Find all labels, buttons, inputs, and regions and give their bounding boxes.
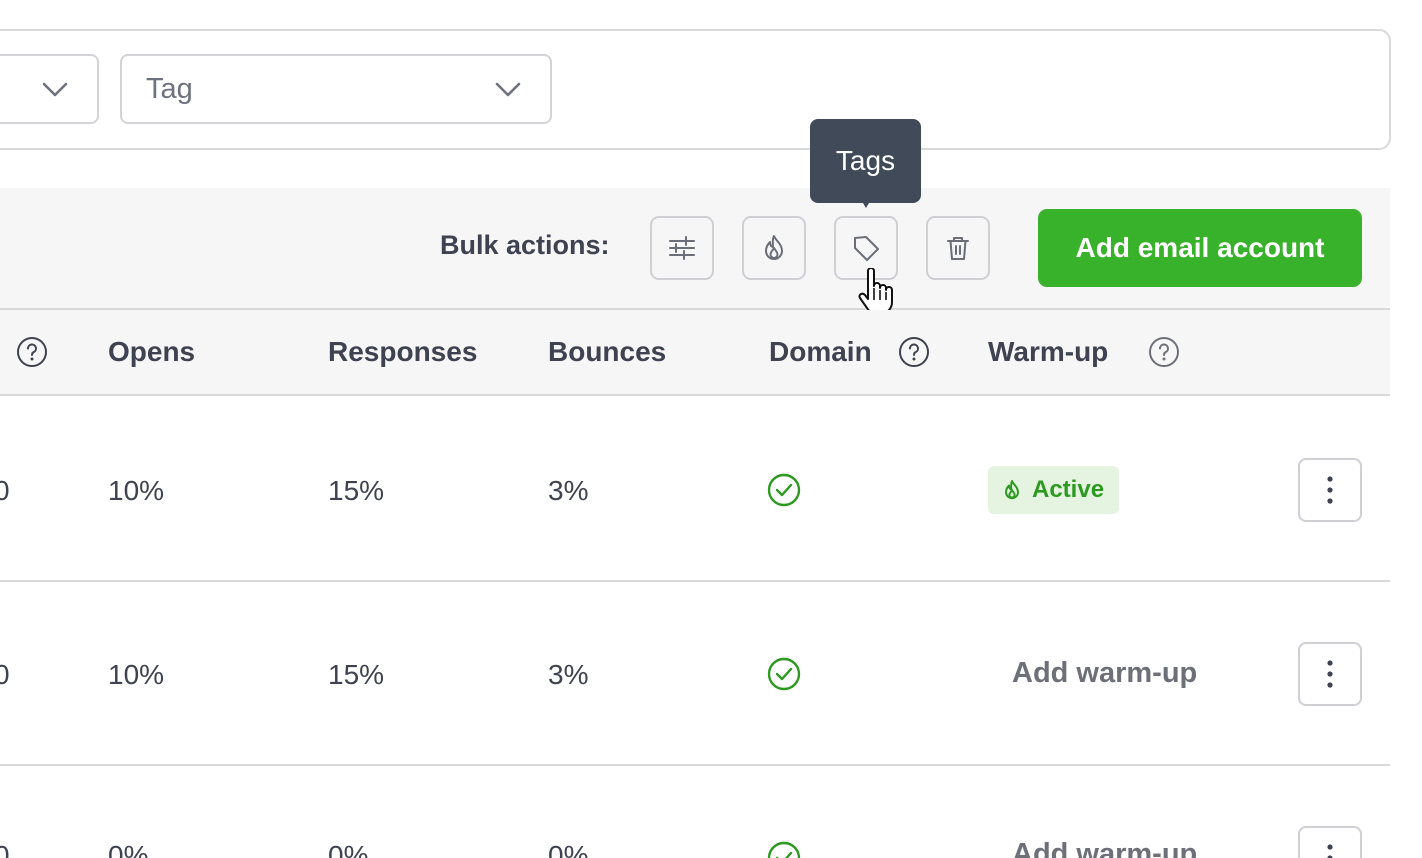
bounces-cell: 3% xyxy=(548,475,589,506)
bulk-actions-label: Bulk actions: xyxy=(440,230,610,260)
help-circle-icon[interactable] xyxy=(16,336,48,368)
column-header-bounces[interactable]: Bounces xyxy=(548,336,666,368)
bounces-cell: 0% xyxy=(548,840,589,858)
chevron-down-icon xyxy=(495,82,521,97)
responses-cell: 0% xyxy=(328,840,369,858)
table-header xyxy=(0,310,1390,396)
tag-filter-select[interactable]: Tag xyxy=(120,54,552,124)
check-circle-icon xyxy=(767,473,801,507)
opens-cell: 10% xyxy=(108,475,165,506)
opens-cell: 10% xyxy=(108,659,165,690)
check-circle-icon xyxy=(767,657,801,691)
add-warmup-link[interactable]: Add warm-up xyxy=(1012,838,1197,858)
tags-tooltip: Tags xyxy=(810,119,921,203)
bulk-settings-button[interactable] xyxy=(650,216,714,280)
add-email-account-button[interactable]: Add email account xyxy=(1038,209,1362,287)
row-more-button[interactable] xyxy=(1298,458,1362,522)
row-more-button[interactable] xyxy=(1298,642,1362,706)
filter-select-left[interactable] xyxy=(0,54,99,124)
add-warmup-link[interactable]: Add warm-up xyxy=(1012,657,1197,690)
tag-icon xyxy=(854,236,879,261)
warmup-status-label: Active xyxy=(1032,476,1105,503)
bounces-cell: 3% xyxy=(548,659,589,690)
truncated-cell: 0 xyxy=(0,659,10,690)
flame-icon xyxy=(765,235,783,260)
flame-icon xyxy=(1005,480,1019,500)
warmup-active-badge[interactable]: Active xyxy=(988,466,1119,514)
bulk-delete-button[interactable] xyxy=(926,216,990,280)
tag-select-placeholder: Tag xyxy=(146,72,193,105)
check-circle-icon xyxy=(767,841,801,858)
more-vertical-icon xyxy=(1327,660,1333,688)
truncated-cell: 0 xyxy=(0,475,10,506)
help-circle-icon[interactable] xyxy=(898,336,930,368)
row-more-button[interactable] xyxy=(1298,826,1362,858)
table-row[interactable] xyxy=(0,396,1390,582)
chevron-down-icon xyxy=(42,82,68,97)
help-circle-icon[interactable] xyxy=(1148,336,1180,368)
hand-pointer-cursor-icon xyxy=(858,268,893,314)
column-header-domain[interactable]: Domain xyxy=(769,336,872,368)
tooltip-arrow xyxy=(863,203,869,208)
bulk-warmup-button[interactable] xyxy=(742,216,806,280)
column-header-opens[interactable]: Opens xyxy=(108,336,195,368)
settings-sliders-icon xyxy=(669,236,695,260)
trash-icon xyxy=(947,237,969,260)
column-header-warmup[interactable]: Warm-up xyxy=(988,336,1108,368)
column-header-responses[interactable]: Responses xyxy=(328,336,477,368)
responses-cell: 15% xyxy=(328,659,385,690)
opens-cell: 0% xyxy=(108,840,149,858)
more-vertical-icon xyxy=(1327,844,1333,858)
more-vertical-icon xyxy=(1327,476,1333,504)
truncated-cell: 0 xyxy=(0,840,10,858)
responses-cell: 15% xyxy=(328,475,385,506)
